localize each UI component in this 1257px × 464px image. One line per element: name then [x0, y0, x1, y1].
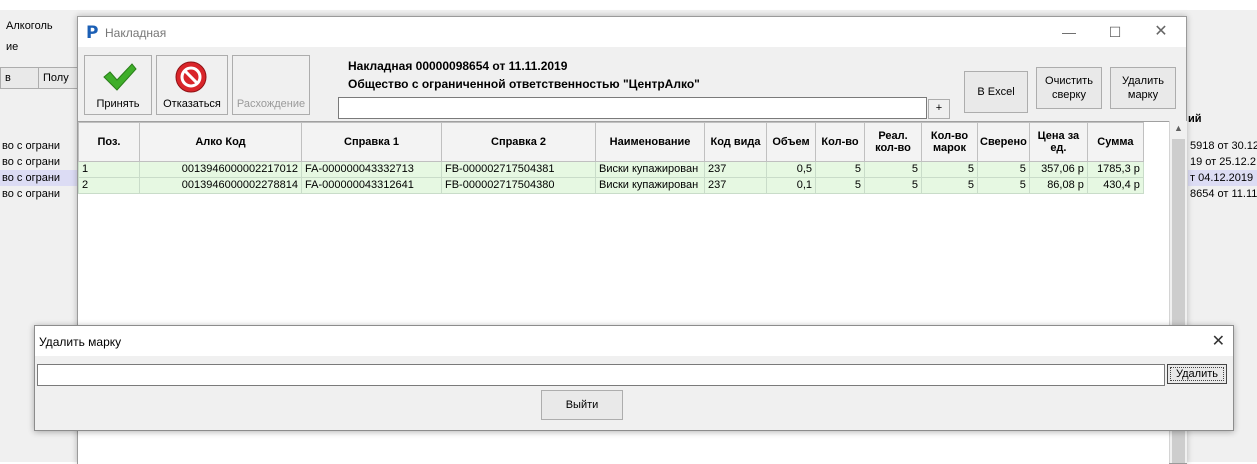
accept-button[interactable]: Принять [84, 55, 152, 115]
accept-label: Принять [96, 98, 140, 110]
clear-reconciliation-label: Очистить сверку [1045, 75, 1093, 101]
list-item[interactable]: 19 от 25.12.2 [1188, 154, 1257, 170]
table-cell[interactable]: 1785,3 р [1086, 161, 1144, 178]
reject-label: Отказаться [163, 98, 221, 110]
stop-icon [175, 61, 207, 93]
app-logo-icon: P [86, 23, 99, 43]
column-header[interactable]: Сумма [1086, 122, 1144, 162]
table-cell[interactable]: 237 [704, 161, 767, 178]
table-cell[interactable]: 0,1 [766, 177, 816, 194]
delete-mark-button[interactable]: Удалить марку [1110, 67, 1176, 109]
clear-reconciliation-button[interactable]: Очистить сверку [1036, 67, 1102, 109]
invoice-filter-input[interactable] [338, 97, 927, 119]
table-cell[interactable]: Виски купажирован [595, 177, 705, 194]
table-row[interactable]: 2 0013946000002278814 FA-000000043312641… [78, 177, 1144, 194]
list-item[interactable]: 8654 от 11.11 [1188, 186, 1257, 202]
column-header[interactable]: Цена за ед. [1028, 122, 1088, 162]
close-window-button[interactable]: ✕ [1138, 17, 1184, 47]
delete-mark-dialog: Удалить марку ✕ Удалить Выйти [34, 325, 1234, 431]
invoice-titlebar[interactable]: P Накладная — ☐ ✕ [78, 17, 1186, 47]
left-partial-list: во с ограни во с ограни во с ограни во с… [0, 138, 80, 202]
discrepancy-label: Расхождение [236, 98, 306, 110]
table-cell[interactable]: 5 [864, 161, 922, 178]
table-cell[interactable]: 0013946000002217012 [139, 161, 302, 178]
table-cell[interactable]: 0,5 [766, 161, 816, 178]
column-header[interactable]: Код вида [704, 122, 767, 162]
table-cell[interactable]: 357,06 р [1028, 161, 1088, 178]
table-cell[interactable]: FA-000000043312641 [301, 177, 442, 194]
column-header[interactable]: Справка 2 [441, 122, 596, 162]
dialog-delete-button[interactable]: Удалить [1167, 364, 1227, 384]
table-cell[interactable]: 5 [921, 177, 978, 194]
table-cell[interactable]: 5 [921, 161, 978, 178]
table-header-row: Поз. Алко Код Справка 1 Справка 2 Наимен… [78, 122, 1144, 162]
list-item[interactable]: во с ограни [0, 170, 80, 186]
table-cell[interactable]: 430,4 р [1086, 177, 1144, 194]
column-header[interactable]: Кол-во марок [921, 122, 978, 162]
table-cell[interactable]: 5 [815, 177, 865, 194]
menu-item-alcohol[interactable]: Алкоголь [6, 20, 53, 32]
table-cell[interactable]: 5 [977, 177, 1030, 194]
table-cell[interactable]: Виски купажирован [595, 161, 705, 178]
table-cell[interactable]: FB-000002717504381 [441, 161, 596, 178]
list-item[interactable]: во с ограни [0, 186, 80, 202]
column-header[interactable]: Кол-во [815, 122, 865, 162]
table-row[interactable]: 1 0013946000002217012 FA-000000043332713… [78, 161, 1144, 178]
right-partial-list: 5918 от 30.12 19 от 25.12.2 т 04.12.2019… [1188, 138, 1257, 202]
invoice-title: Накладная 00000098654 от 11.11.2019 [348, 59, 568, 73]
minimize-button[interactable]: — [1046, 17, 1092, 47]
dialog-title: Удалить марку [39, 335, 122, 349]
dialog-titlebar[interactable]: Удалить марку ✕ [35, 326, 1233, 356]
delete-mark-label: Удалить марку [1122, 75, 1164, 101]
mark-code-input[interactable] [37, 364, 1165, 386]
right-partial-header: ий [1188, 113, 1202, 125]
column-header[interactable]: Сверено [977, 122, 1030, 162]
plus-button[interactable]: + [928, 99, 950, 119]
invoice-table: Поз. Алко Код Справка 1 Справка 2 Наимен… [78, 122, 1144, 194]
table-cell[interactable]: 86,08 р [1028, 177, 1088, 194]
table-cell[interactable]: FB-000002717504380 [441, 177, 596, 194]
reject-button[interactable]: Отказаться [156, 55, 228, 115]
table-cell[interactable]: 5 [864, 177, 922, 194]
table-cell[interactable]: 5 [815, 161, 865, 178]
organization-name: Общество с ограниченной ответственностью… [348, 77, 700, 91]
column-header[interactable]: Алко Код [139, 122, 302, 162]
list-item[interactable]: 5918 от 30.12 [1188, 138, 1257, 154]
scroll-up-arrow-icon[interactable]: ▲ [1170, 123, 1187, 133]
maximize-button[interactable]: ☐ [1092, 17, 1138, 47]
column-header[interactable]: Наименование [595, 122, 705, 162]
discrepancy-button[interactable]: Расхождение [232, 55, 310, 115]
column-header[interactable]: Поз. [78, 122, 140, 162]
receive-partial-button[interactable]: Полу [38, 67, 80, 89]
table-cell[interactable]: 1 [78, 161, 140, 178]
column-header[interactable]: Реал. кол-во [864, 122, 922, 162]
column-header[interactable]: Справка 1 [301, 122, 442, 162]
checkmark-icon [103, 63, 137, 91]
export-excel-button[interactable]: В Excel [964, 71, 1028, 113]
left-partial-tab[interactable]: ие [6, 41, 18, 53]
left-partial-button[interactable]: в [0, 67, 40, 89]
table-cell[interactable]: 237 [704, 177, 767, 194]
table-cell[interactable]: FA-000000043332713 [301, 161, 442, 178]
window-title: Накладная [105, 26, 167, 40]
table-cell[interactable]: 5 [977, 161, 1030, 178]
dialog-close-button[interactable]: ✕ [1212, 331, 1225, 351]
list-item[interactable]: т 04.12.2019 [1188, 170, 1257, 186]
main-window-topband [0, 0, 1257, 10]
column-header[interactable]: Объем [766, 122, 816, 162]
table-cell[interactable]: 2 [78, 177, 140, 194]
list-item[interactable]: во с ограни [0, 154, 80, 170]
table-cell[interactable]: 0013946000002278814 [139, 177, 302, 194]
list-item[interactable]: во с ограни [0, 138, 80, 154]
dialog-exit-button[interactable]: Выйти [541, 390, 623, 420]
